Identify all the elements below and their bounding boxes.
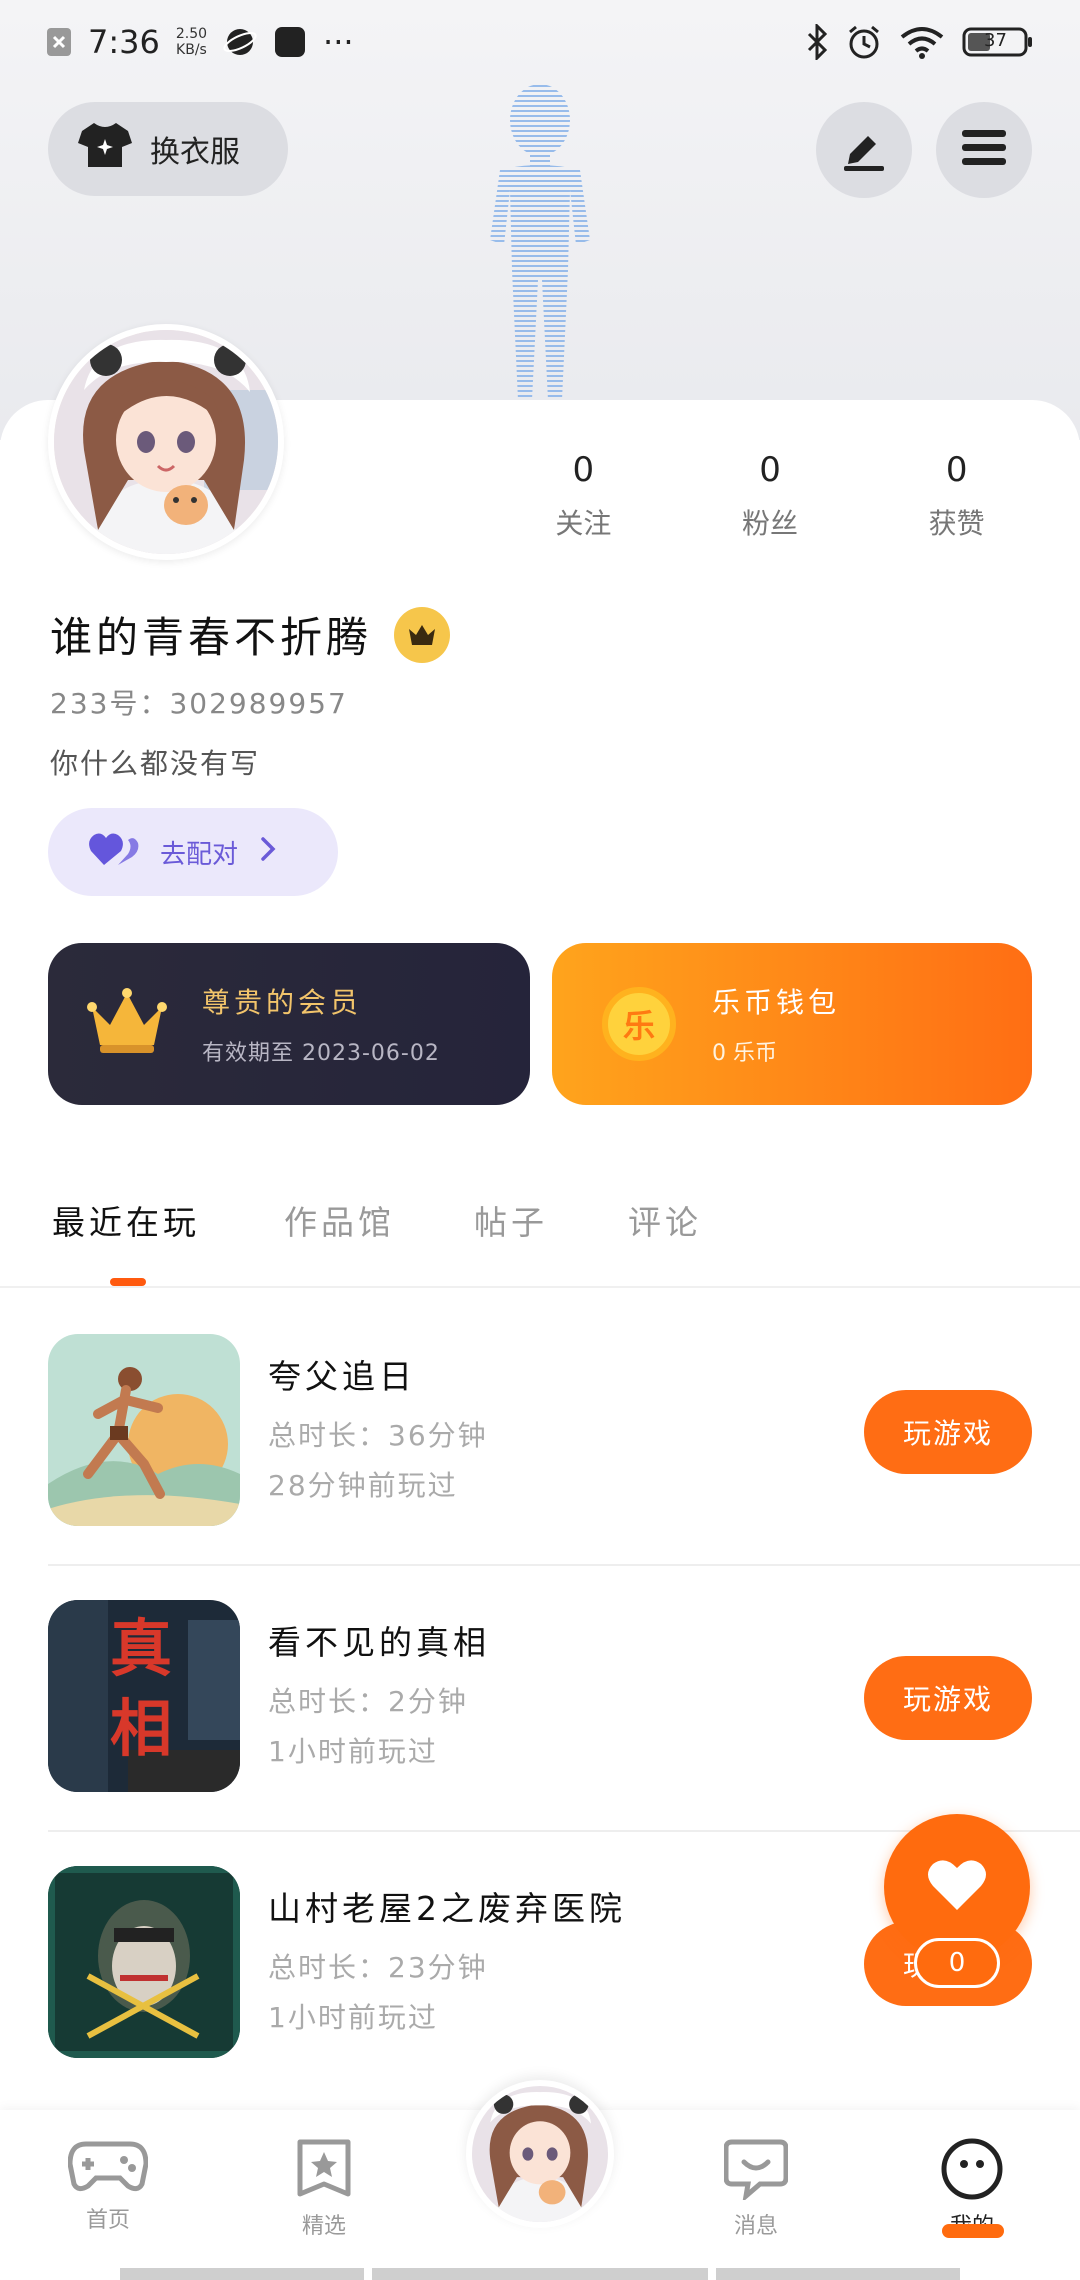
tab-indicator bbox=[110, 1278, 146, 1286]
avatar-hologram-figure bbox=[490, 84, 590, 400]
net-speed: 2.50 KB/s bbox=[175, 26, 208, 58]
app-square-icon bbox=[273, 25, 307, 59]
stat-label: 获赞 bbox=[928, 507, 985, 540]
nav-messages[interactable]: 消息 bbox=[696, 2138, 816, 2240]
game-total-time: 总时长：36分钟 bbox=[268, 1419, 488, 1452]
game-total-time: 总时长：23分钟 bbox=[268, 1951, 488, 1984]
stat-fans[interactable]: 0 粉丝 bbox=[677, 450, 864, 542]
tab-comments[interactable]: 评论 bbox=[628, 1196, 702, 1244]
nav-center-avatar[interactable] bbox=[466, 2080, 614, 2228]
stat-following[interactable]: 0 关注 bbox=[490, 450, 677, 542]
stat-value: 0 bbox=[572, 450, 595, 490]
game-last-played: 1小时前玩过 bbox=[268, 2001, 438, 2034]
home-indicator-segment bbox=[120, 2268, 364, 2280]
coin-wallet-card[interactable]: 乐 乐币钱包 0 乐币 bbox=[552, 943, 1032, 1105]
game-name: 夸父追日 bbox=[268, 1357, 416, 1396]
go-match-label: 去配对 bbox=[160, 839, 239, 870]
tshirt-icon bbox=[78, 121, 132, 177]
double-heart-icon bbox=[88, 829, 140, 876]
home-indicator-segment bbox=[372, 2268, 708, 2280]
tab-works[interactable]: 作品馆 bbox=[284, 1196, 395, 1244]
chevron-right-icon bbox=[258, 835, 278, 870]
like-count-badge: 0 bbox=[914, 1938, 1000, 1988]
gold-crown-icon bbox=[86, 987, 168, 1061]
battery-icon: 37 bbox=[962, 25, 1034, 59]
bluetooth-icon bbox=[806, 24, 828, 60]
stat-value: 0 bbox=[759, 450, 781, 490]
game-last-played: 1小时前玩过 bbox=[268, 1735, 438, 1768]
edit-icon bbox=[840, 124, 888, 176]
face-icon bbox=[940, 2138, 1004, 2204]
wallet-balance: 0 乐币 bbox=[712, 1041, 777, 1066]
tab-recent-played[interactable]: 最近在玩 bbox=[52, 1196, 200, 1244]
username-text: 谁的青春不折腾 bbox=[50, 613, 373, 662]
coin-icon: 乐 bbox=[602, 987, 676, 1061]
status-bar: 7:36 2.50 KB/s ··· 37 bbox=[0, 0, 1080, 84]
go-match-button[interactable]: 去配对 bbox=[48, 808, 338, 896]
vip-expiry: 有效期至 2023-06-02 bbox=[202, 1041, 440, 1066]
status-time: 7:36 bbox=[88, 23, 160, 61]
message-icon bbox=[723, 2139, 789, 2204]
nav-featured[interactable]: 精选 bbox=[264, 2138, 384, 2240]
stat-likes[interactable]: 0 获赞 bbox=[863, 450, 1050, 542]
menu-button[interactable] bbox=[936, 102, 1032, 198]
stat-label: 粉丝 bbox=[742, 507, 799, 540]
tab-posts[interactable]: 帖子 bbox=[474, 1196, 548, 1244]
profile-stats: 0 关注 0 粉丝 0 获赞 bbox=[490, 450, 1050, 542]
battery-level: 37 bbox=[984, 30, 1007, 51]
list-item[interactable]: 夸父追日 总时长：36分钟 28分钟前玩过 玩游戏 bbox=[48, 1334, 1080, 1600]
username: 谁的青春不折腾 bbox=[50, 604, 451, 665]
profile-tabs: 最近在玩 作品馆 帖子 评论 bbox=[0, 1180, 1080, 1288]
change-outfit-label: 换衣服 bbox=[150, 135, 240, 170]
nav-featured-label: 精选 bbox=[301, 2214, 346, 2239]
divider bbox=[48, 1564, 1080, 1566]
gamepad-icon bbox=[67, 2141, 149, 2198]
game-thumbnail bbox=[48, 1334, 240, 1526]
menu-icon bbox=[960, 126, 1008, 174]
game-last-played: 28分钟前玩过 bbox=[268, 1469, 458, 1502]
crown-badge-icon[interactable] bbox=[394, 606, 451, 663]
thumb-char-2: 相 bbox=[110, 1692, 172, 1765]
user-bio: 你什么都没有写 bbox=[50, 747, 261, 780]
alarm-icon bbox=[846, 24, 882, 60]
play-game-button[interactable]: 玩游戏 bbox=[864, 1390, 1032, 1474]
wallet-title: 乐币钱包 bbox=[712, 986, 841, 1019]
wifi-icon bbox=[900, 25, 944, 59]
nav-active-indicator bbox=[942, 2224, 1004, 2238]
star-icon bbox=[294, 2139, 354, 2204]
game-name: 看不见的真相 bbox=[268, 1623, 490, 1662]
home-indicator-segment bbox=[716, 2268, 960, 2280]
vip-title: 尊贵的会员 bbox=[202, 986, 363, 1019]
edit-profile-button[interactable] bbox=[816, 102, 912, 198]
game-total-time: 总时长：2分钟 bbox=[268, 1685, 468, 1718]
game-name: 山村老屋2之废弃医院 bbox=[268, 1889, 626, 1928]
thumb-char-1: 真 bbox=[110, 1612, 172, 1685]
nav-home-label: 首页 bbox=[85, 2208, 130, 2233]
nav-home[interactable]: 首页 bbox=[48, 2138, 168, 2234]
user-id: 233号：302989957 bbox=[50, 687, 348, 720]
nav-messages-label: 消息 bbox=[733, 2214, 778, 2239]
vip-membership-card[interactable]: 尊贵的会员 有效期至 2023-06-02 bbox=[48, 943, 530, 1105]
game-thumbnail bbox=[48, 1866, 240, 2058]
game-thumbnail: 真 相 bbox=[48, 1600, 240, 1792]
play-game-button[interactable]: 玩游戏 bbox=[864, 1656, 1032, 1740]
heart-icon bbox=[927, 1858, 987, 1916]
stat-label: 关注 bbox=[555, 507, 612, 540]
stat-value: 0 bbox=[945, 450, 968, 490]
change-outfit-button[interactable]: 换衣服 bbox=[48, 102, 288, 196]
profile-avatar[interactable] bbox=[48, 324, 284, 560]
more-notifications: ··· bbox=[323, 23, 354, 61]
notification-x-icon bbox=[46, 27, 72, 57]
planet-icon bbox=[223, 25, 257, 59]
